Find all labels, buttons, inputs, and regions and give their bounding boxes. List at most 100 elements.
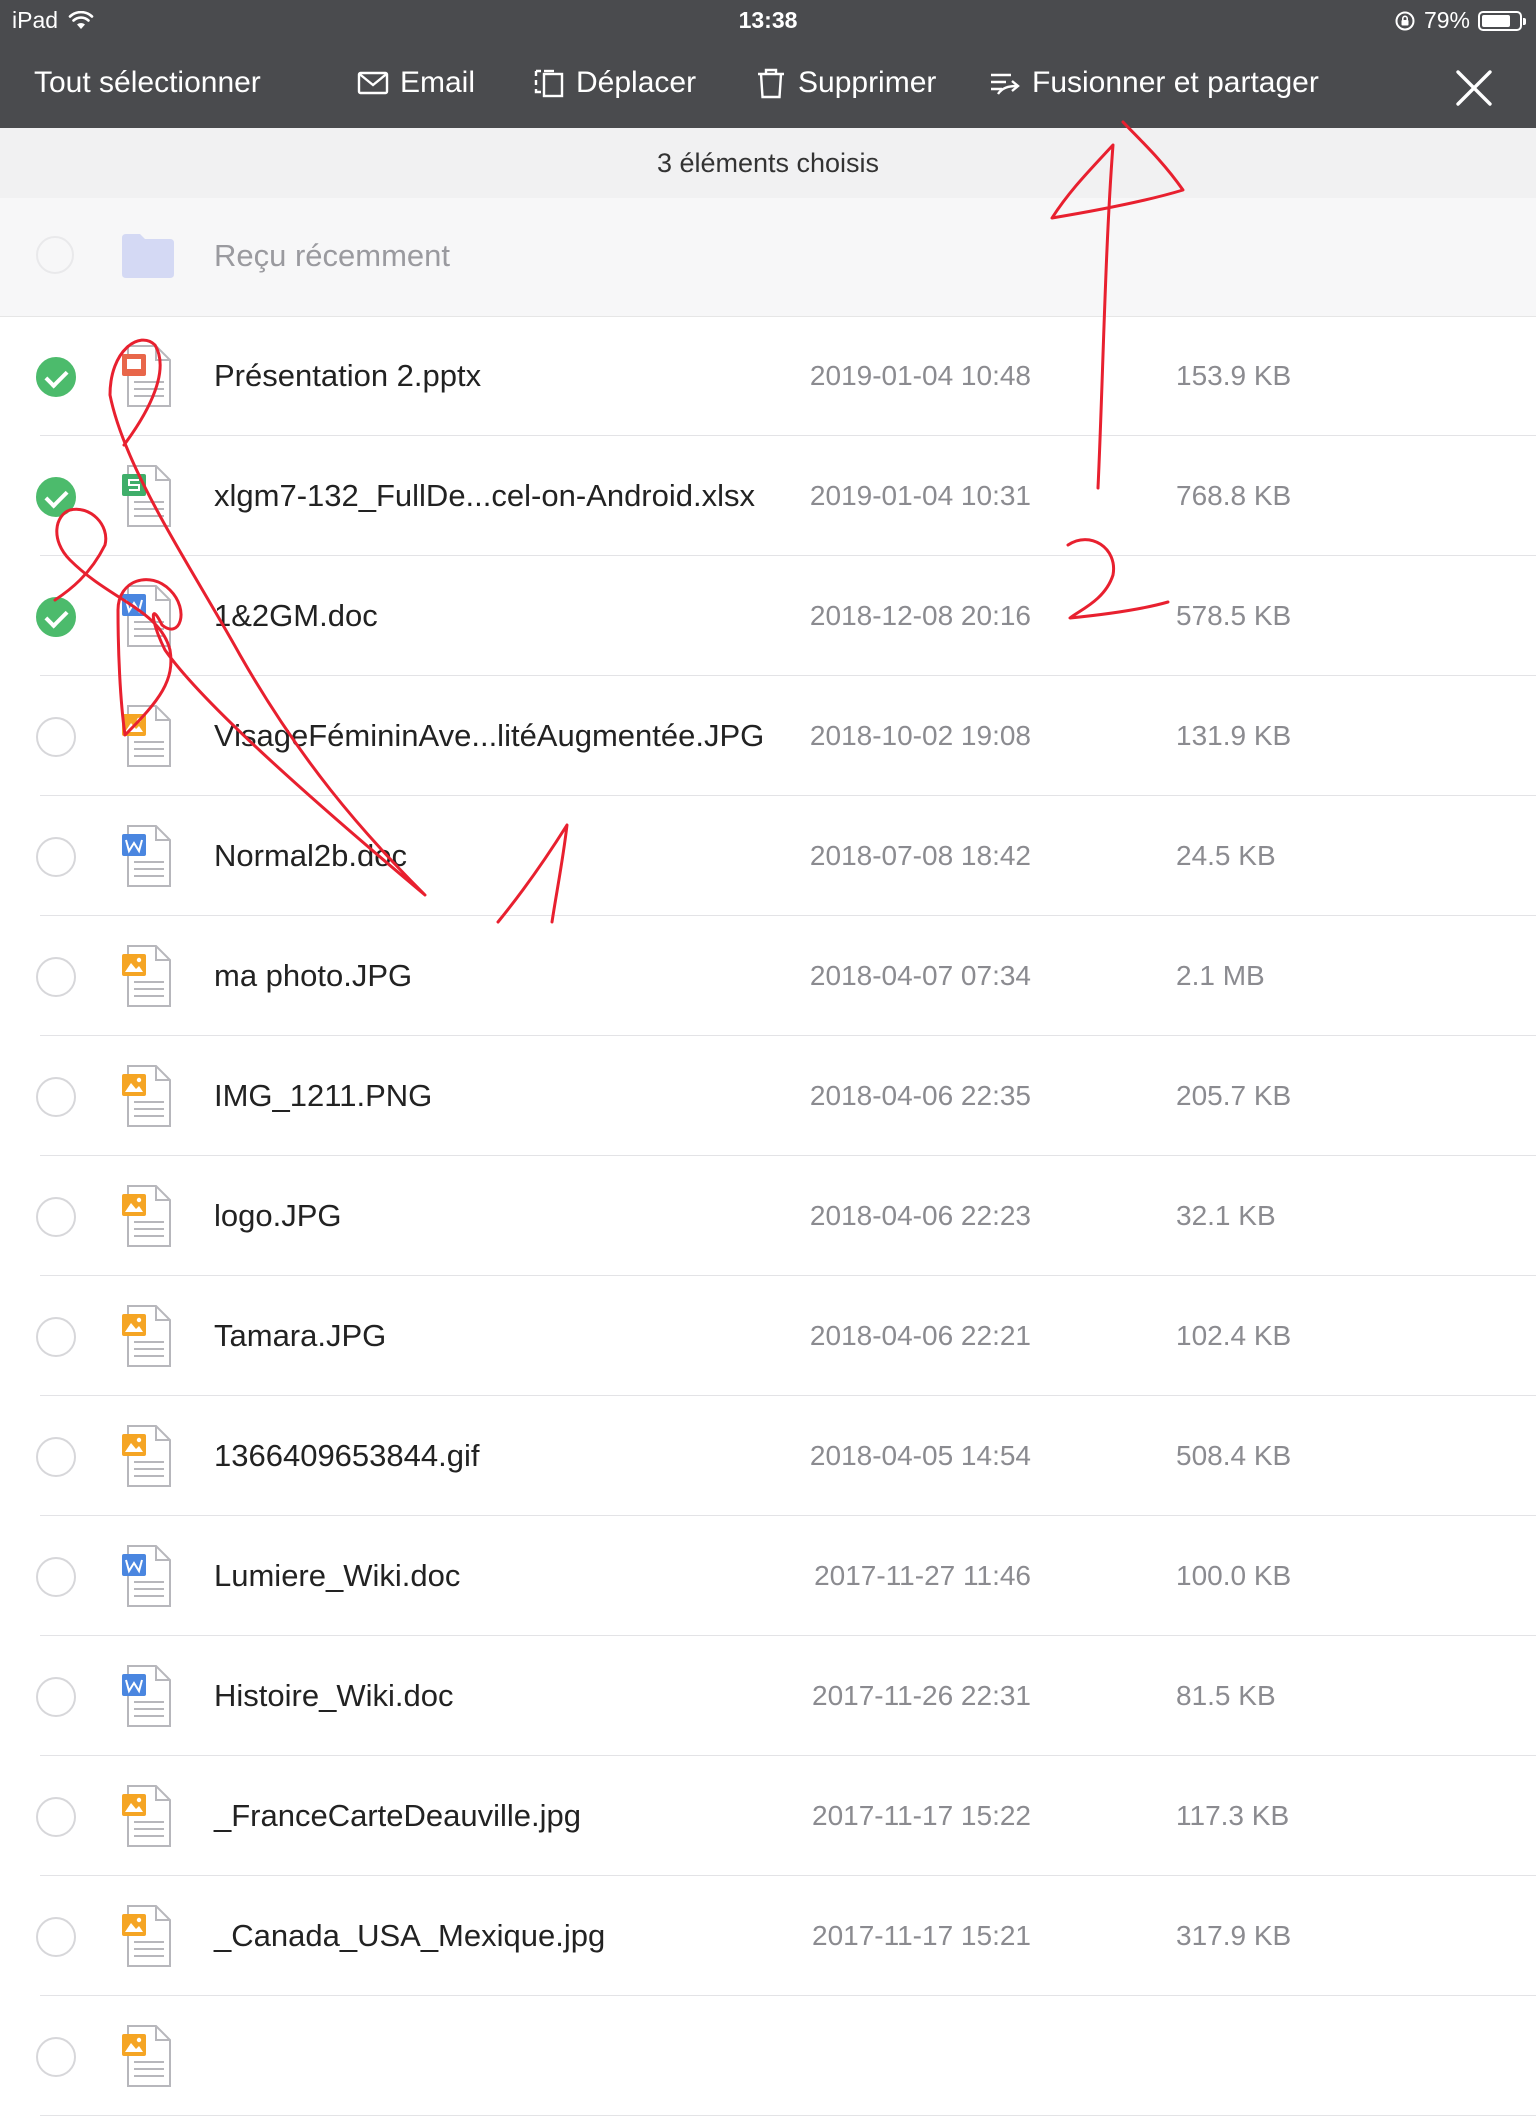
file-checkbox[interactable] [36,1317,76,1357]
selection-toolbar: Tout sélectionner Email Déplacer Supprim… [0,40,1536,128]
file-checkbox[interactable] [36,1557,76,1597]
file-name: 1&2GM.doc [214,598,378,633]
file-size: 81.5 KB [1176,1680,1276,1711]
file-name: _Canada_USA_Mexique.jpg [214,1918,606,1953]
battery-percent: 79% [1423,7,1470,33]
file-checkbox[interactable] [36,597,76,637]
move-label: Déplacer [576,66,697,99]
img-file-icon [120,1064,178,1130]
file-date: 2017-11-17 15:21 [812,1920,1031,1951]
file-row[interactable]: Normal2b.doc 2018-07-08 18:42 24.5 KB [0,796,1536,916]
file-row[interactable]: _Canada_USA_Mexique.jpg 2017-11-17 15:21 3… [0,1876,1536,1996]
merge-share-button[interactable]: Fusionner et partager [988,66,1319,100]
file-checkbox[interactable] [36,357,76,397]
file-date: 2018-07-08 18:42 [809,840,1031,871]
file-name: Histoire_Wiki.doc [214,1678,454,1713]
file-checkbox[interactable] [36,2037,76,2077]
file-date: 2018-04-06 22:21 [809,1320,1031,1351]
file-checkbox[interactable] [36,1437,76,1477]
file-row[interactable]: xlgm7-132_FullDe...cel-on-Android.xlsx 20… [0,436,1536,556]
file-row[interactable]: Tamara.JPG 2018-04-06 22:21 102.4 KB [0,1276,1536,1396]
img-file-icon [120,2024,178,2090]
file-name: _FranceCarteDeauville.jpg [214,1798,582,1833]
img-file-icon [120,704,178,770]
folder-icon [122,234,174,278]
file-row[interactable]: _FranceCarteDeauville.jpg 2017-11-17 15:2… [0,1756,1536,1876]
ppt-file-icon [120,344,178,410]
clock: 13:38 [738,7,798,33]
file-name: Lumiere_Wiki.doc [214,1558,461,1593]
file-name: logo.JPG [214,1198,342,1233]
file-checkbox[interactable] [36,1077,76,1117]
file-name: VisageFémininAve...litéAugmentée.JPG [214,718,765,753]
select-all-label: Tout sélectionner [34,66,261,99]
move-button[interactable]: Déplacer [532,66,696,100]
file-size: 508.4 KB [1176,1440,1292,1471]
file-size: 578.5 KB [1176,600,1292,631]
file-checkbox[interactable] [36,1917,76,1957]
doc-file-icon [120,1664,178,1730]
email-label: Email [400,66,476,99]
recent-folder-checkbox[interactable] [36,236,74,274]
file-date: 2019-01-04 10:48 [809,360,1031,391]
file-checkbox[interactable] [36,477,76,517]
file-row[interactable]: Histoire_Wiki.doc 2017-11-26 22:31 81.5 KB [0,1636,1536,1756]
file-date: 2017-11-27 11:46 [814,1560,1031,1591]
delete-button[interactable]: Supprimer [754,66,936,100]
orientation-lock-icon [1395,11,1415,30]
file-date: 2018-04-07 07:34 [809,960,1031,991]
file-checkbox[interactable] [36,1197,76,1237]
doc-file-icon [120,584,178,650]
file-date: 2018-04-05 14:54 [809,1440,1031,1471]
file-row[interactable]: ma photo.JPG 2018-04-07 07:34 2.1 MB [0,916,1536,1036]
file-row[interactable]: Lumiere_Wiki.doc 2017-11-27 11:46 100.0 KB [0,1516,1536,1636]
file-name: Tamara.JPG [214,1318,387,1353]
file-date: 2017-11-26 22:31 [812,1680,1031,1711]
trash-icon [758,68,784,99]
file-date: 2019-01-04 10:31 [809,480,1031,511]
doc-file-icon [120,1544,178,1610]
merge-share-icon [991,73,1020,95]
file-size: 24.5 KB [1176,840,1276,871]
img-file-icon [120,1784,178,1850]
file-size: 317.9 KB [1176,1920,1292,1951]
file-date: 2018-04-06 22:23 [809,1200,1031,1231]
file-row[interactable]: 1366409653844.gif 2018-04-05 14:54 508.4 K… [0,1396,1536,1516]
file-date: 2017-11-17 15:22 [812,1800,1031,1831]
file-checkbox[interactable] [36,1677,76,1717]
email-button[interactable]: Email [356,66,475,100]
file-size: 100.0 KB [1176,1560,1292,1591]
battery-level [1482,14,1511,27]
file-checkbox[interactable] [36,957,76,997]
file-size: 2.1 MB [1176,960,1265,991]
file-row[interactable]: IMG_1211.PNG 2018-04-06 22:35 205.7 KB [0,1036,1536,1156]
status-bar: iPad 13:38 79% [0,0,1536,40]
recent-folder-row[interactable]: Reçu récemment [0,198,1536,317]
file-size: 131.9 KB [1176,720,1292,751]
recent-folder-label: Reçu récemment [214,238,451,273]
file-checkbox[interactable] [36,717,76,757]
file-name: IMG_1211.PNG [214,1078,433,1113]
file-name: Normal2b.doc [214,838,407,873]
file-row[interactable]: VisageFémininAve...litéAugmentée.JPG 2018… [0,676,1536,796]
file-row[interactable]: 1&2GM.doc 2018-12-08 20:16 578.5 KB [0,556,1536,676]
img-file-icon [120,1184,178,1250]
file-row[interactable]: Présentation 2.pptx 2019-01-04 10:48 153.9… [0,316,1536,436]
file-size: 205.7 KB [1176,1080,1292,1111]
file-size: 768.8 KB [1176,480,1292,511]
select-all-button[interactable]: Tout sélectionner [34,66,261,100]
file-checkbox[interactable] [36,1797,76,1837]
move-icon [534,69,564,98]
delete-label: Supprimer [798,66,937,99]
file-size: 32.1 KB [1176,1200,1276,1231]
selection-count: 3 éléments choisis [0,128,1536,198]
close-icon[interactable] [1454,68,1494,108]
img-file-icon [120,1904,178,1970]
file-checkbox[interactable] [36,837,76,877]
battery-icon [1478,10,1526,31]
doc-file-icon [120,824,178,890]
file-row[interactable]: logo.JPG 2018-04-06 22:23 32.1 KB [0,1156,1536,1276]
file-name: xlgm7-132_FullDe...cel-on-Android.xlsx [214,478,756,513]
file-row[interactable] [0,1996,1536,2116]
img-file-icon [120,944,178,1010]
